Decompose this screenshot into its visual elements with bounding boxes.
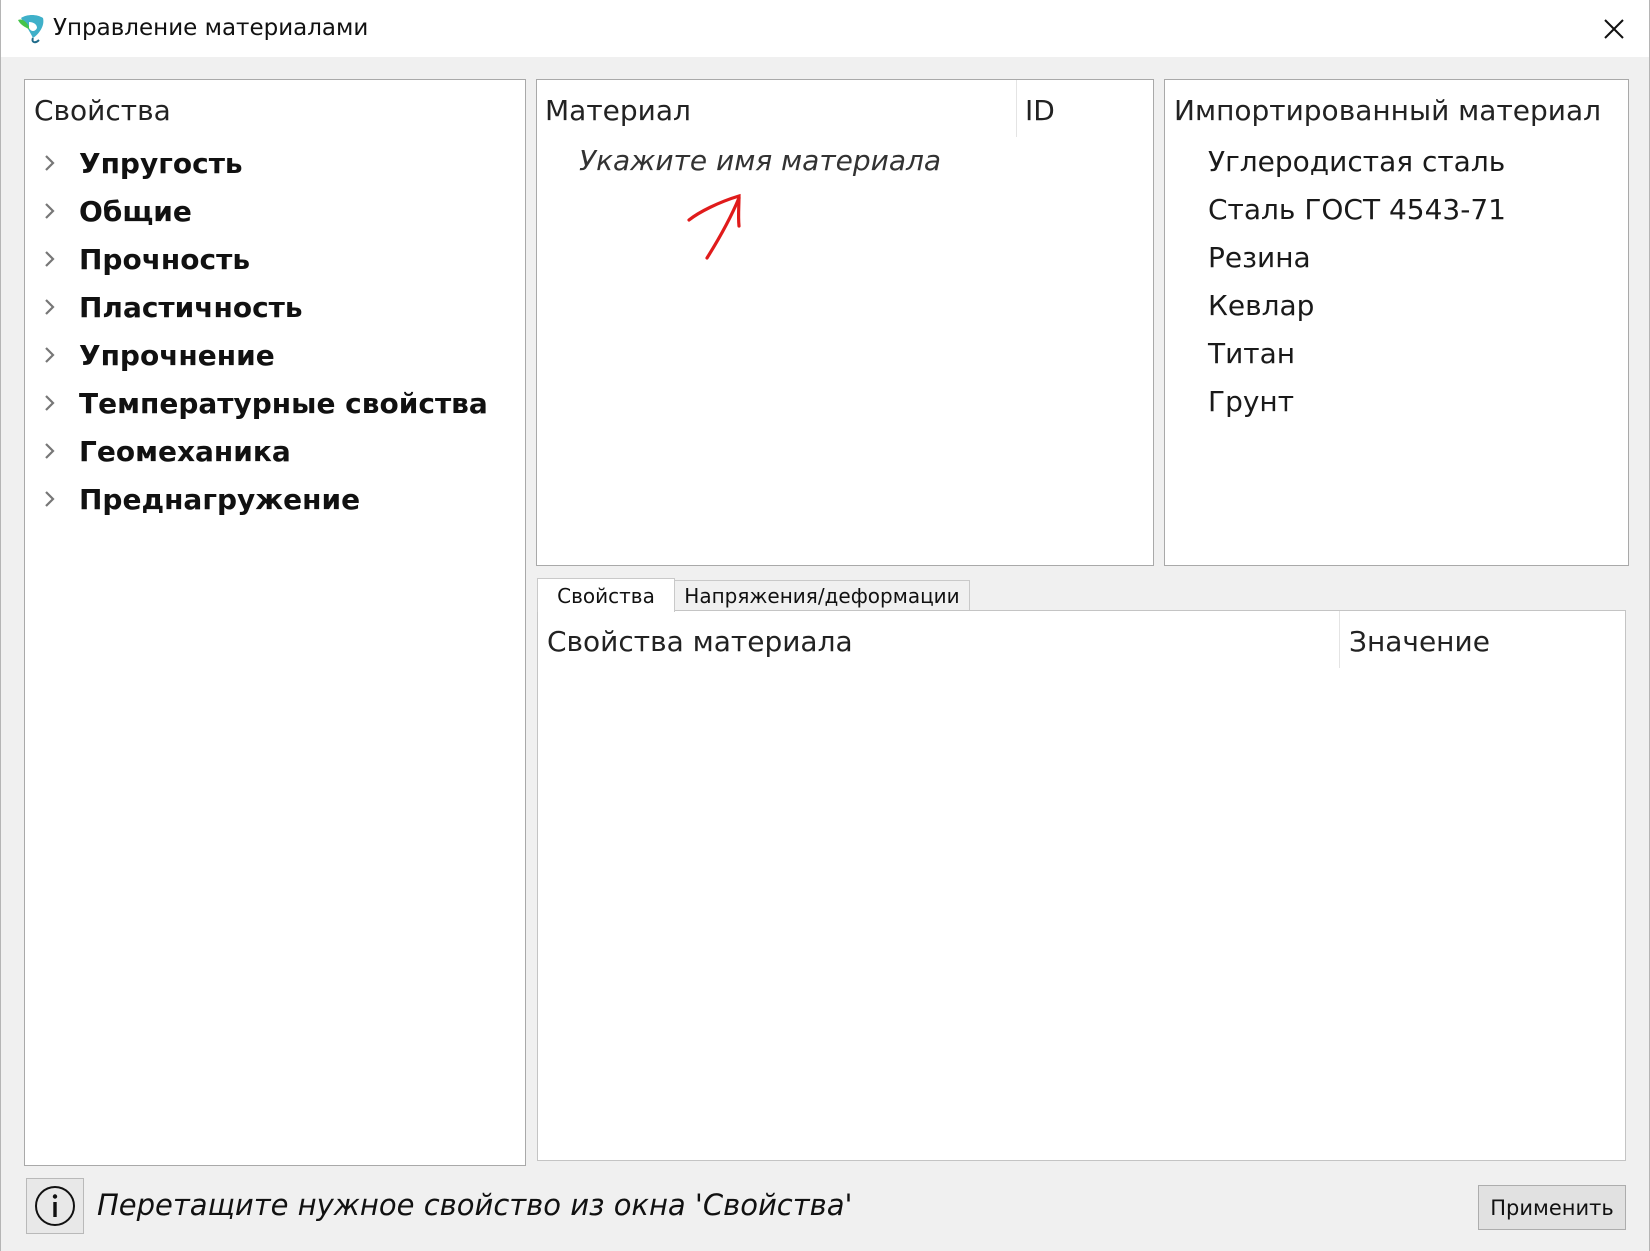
imported-item[interactable]: Титан [1208, 337, 1295, 370]
imported-item[interactable]: Кевлар [1208, 289, 1314, 322]
tree-item-geomechanics[interactable]: Геомеханика [37, 431, 291, 471]
annotation-arrow [687, 193, 741, 260]
info-button[interactable] [26, 1178, 84, 1234]
properties-panel: Свойства Упругость Общие Прочность Пласт… [24, 79, 526, 1166]
column-header-id[interactable]: ID [1025, 94, 1055, 127]
column-header-value[interactable]: Значение [1349, 625, 1490, 658]
info-icon [35, 1186, 75, 1226]
chevron-right-icon [45, 155, 55, 171]
tree-item-label: Общие [79, 194, 192, 228]
chevron-right-icon [45, 347, 55, 363]
tree-item-label: Упругость [79, 146, 243, 180]
app-logo-icon [18, 15, 44, 44]
chevron-right-icon [45, 395, 55, 411]
tab-properties[interactable]: Свойства [537, 578, 675, 612]
status-hint: Перетащите нужное свойство из окна 'Свой… [97, 1188, 853, 1222]
tab-stress-strain[interactable]: Напряжения/деформации [674, 580, 970, 611]
tree-item-label: Прочность [79, 242, 251, 276]
chevron-right-icon [45, 251, 55, 267]
tree-item-preload[interactable]: Преднагружение [37, 479, 360, 519]
apply-button[interactable]: Применить [1478, 1185, 1626, 1230]
material-manager-window: Управление материалами Свойства Упругост… [0, 0, 1650, 1251]
properties-panel-header: Свойства [34, 94, 171, 127]
material-properties-table: Свойства материала Значение [537, 610, 1626, 1161]
close-icon [1604, 18, 1624, 39]
tree-item-hardening[interactable]: Упрочнение [37, 335, 275, 375]
imported-item[interactable]: Углеродистая сталь [1208, 145, 1505, 178]
column-separator [1016, 80, 1017, 137]
imported-item[interactable]: Грунт [1208, 385, 1294, 418]
tree-item-strength[interactable]: Прочность [37, 239, 250, 279]
window-title: Управление материалами [53, 15, 369, 41]
tree-item-thermal[interactable]: Температурные свойства [37, 383, 488, 423]
close-button[interactable] [1579, 0, 1649, 57]
material-table: Материал ID Укажите имя материала [536, 79, 1154, 566]
column-separator [1339, 611, 1340, 668]
imported-panel-header: Импортированный материал [1174, 94, 1602, 127]
material-name-placeholder[interactable]: Укажите имя материала [579, 144, 941, 177]
tree-item-elasticity[interactable]: Упругость [37, 143, 243, 183]
tree-item-label: Преднагружение [79, 482, 361, 516]
tree-item-label: Геомеханика [79, 434, 291, 468]
tree-item-label: Пластичность [79, 290, 303, 324]
tree-item-general[interactable]: Общие [37, 191, 192, 231]
column-header-property[interactable]: Свойства материала [547, 625, 853, 658]
chevron-right-icon [45, 299, 55, 315]
imported-materials-panel: Импортированный материал Углеродистая ст… [1164, 79, 1629, 566]
tree-item-label: Температурные свойства [79, 386, 488, 420]
tree-item-label: Упрочнение [79, 338, 275, 372]
chevron-right-icon [45, 491, 55, 507]
imported-item[interactable]: Сталь ГОСТ 4543-71 [1208, 193, 1506, 226]
chevron-right-icon [45, 443, 55, 459]
tree-item-plasticity[interactable]: Пластичность [37, 287, 303, 327]
imported-item[interactable]: Резина [1208, 241, 1311, 274]
column-header-material[interactable]: Материал [545, 94, 691, 127]
title-bar: Управление материалами [1, 0, 1649, 57]
chevron-right-icon [45, 203, 55, 219]
